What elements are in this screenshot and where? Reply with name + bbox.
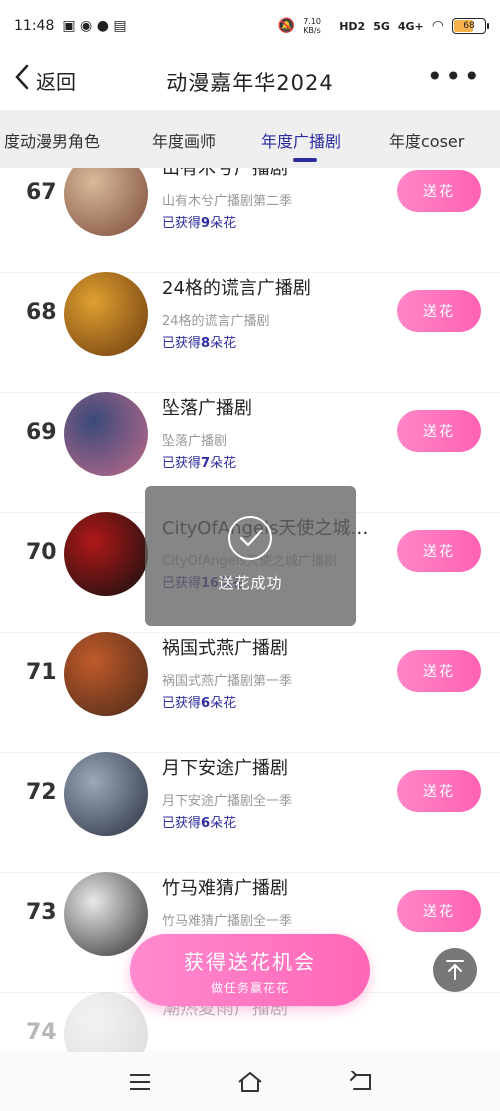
- net-speed: 7.10 KB/s: [303, 17, 321, 35]
- arrow-up-icon: [446, 960, 464, 980]
- list-item: 67 山有木兮广播剧山有木兮广播剧第二季 已获得9朵花 送花: [0, 168, 500, 273]
- signal-4g: 4G+: [397, 19, 424, 33]
- mute-icon: 🔕: [277, 18, 296, 34]
- cover-image[interactable]: [64, 392, 148, 476]
- flower-count: 已获得6朵花: [162, 696, 237, 711]
- status-right: 🔕 7.10 KB/s HD2 5G 4G+ ◠ 68: [277, 17, 489, 35]
- drama-subtitle: 坠落广播剧: [162, 434, 228, 449]
- drama-name: 坠落广播剧: [162, 398, 252, 419]
- send-flower-button[interactable]: 送花: [397, 410, 481, 452]
- check-circle-icon: [228, 516, 272, 560]
- drama-name: 月下安途广播剧: [162, 758, 288, 779]
- system-nav-bar: [0, 1052, 500, 1111]
- back-nav-icon[interactable]: [346, 1068, 376, 1096]
- clock: 11:48: [14, 18, 55, 34]
- rank-number: 69: [26, 420, 57, 445]
- flower-count: 已获得6朵花: [162, 816, 237, 831]
- drama-name: 祸国式燕广播剧: [162, 638, 288, 659]
- drama-name: 竹马难猜广播剧: [162, 878, 288, 899]
- drama-name: 山有木兮广播剧: [162, 168, 288, 179]
- cover-image[interactable]: [64, 632, 148, 716]
- category-tabs: 度动漫男角色 年度画师 年度广播剧 年度coser: [0, 110, 500, 168]
- list-item: 71 祸国式燕广播剧祸国式燕广播剧第一季 已获得6朵花 送花: [0, 632, 500, 753]
- rank-number: 68: [26, 300, 57, 325]
- hd-icon: HD2: [339, 19, 366, 33]
- send-flower-button[interactable]: 送花: [397, 530, 481, 572]
- cover-image[interactable]: [64, 752, 148, 836]
- success-toast: 送花成功: [145, 486, 356, 626]
- drama-subtitle: 祸国式燕广播剧第一季: [162, 674, 293, 689]
- cta-main-label: 获得送花机会: [184, 950, 316, 974]
- send-flower-button[interactable]: 送花: [397, 890, 481, 932]
- signal-5g: 5G: [373, 19, 390, 33]
- send-flower-button[interactable]: 送花: [397, 170, 481, 212]
- more-icon[interactable]: •••: [426, 60, 482, 93]
- home-icon[interactable]: [235, 1068, 265, 1096]
- rank-number: 73: [26, 900, 57, 925]
- rank-number: 72: [26, 780, 57, 805]
- send-flower-button[interactable]: 送花: [397, 770, 481, 812]
- rank-number: 67: [26, 180, 57, 205]
- menu-icon[interactable]: [125, 1068, 155, 1096]
- send-flower-button[interactable]: 送花: [397, 650, 481, 692]
- rank-number: 70: [26, 540, 57, 565]
- drama-subtitle: 山有木兮广播剧第二季: [162, 194, 293, 209]
- flower-count: 已获得7朵花: [162, 456, 237, 471]
- status-bar: 11:48 ▣ ◉ ● ▤ 🔕 7.10 KB/s HD2 5G 4G+ ◠ 6…: [0, 0, 500, 52]
- drama-name: 24格的谎言广播剧: [162, 278, 311, 299]
- drama-subtitle: 竹马难猜广播剧全一季: [162, 914, 293, 929]
- drama-subtitle: 24格的谎言广播剧: [162, 314, 270, 329]
- send-flower-button[interactable]: 送花: [397, 290, 481, 332]
- cover-image[interactable]: [64, 272, 148, 356]
- tab-active-indicator: [293, 158, 317, 162]
- rank-number: 71: [26, 660, 57, 685]
- cover-image[interactable]: [64, 872, 148, 956]
- cta-sub-label: 做任务赢花花: [210, 981, 289, 995]
- drama-subtitle: 月下安途广播剧全一季: [162, 794, 293, 809]
- list-item: 72 月下安途广播剧月下安途广播剧全一季 已获得6朵花 送花: [0, 752, 500, 873]
- flower-count: 已获得9朵花: [162, 216, 237, 231]
- cover-image[interactable]: [64, 992, 148, 1052]
- rank-number: 74: [26, 1020, 57, 1045]
- toast-text: 送花成功: [218, 574, 283, 592]
- tab-audio-drama[interactable]: 年度广播剧: [261, 128, 341, 152]
- notification-icons: ▣ ◉ ● ▤: [62, 18, 127, 34]
- tab-anime-male-character[interactable]: 度动漫男角色: [4, 128, 100, 152]
- battery-icon: 68: [452, 18, 489, 34]
- cover-image[interactable]: [64, 168, 148, 236]
- cover-image[interactable]: [64, 512, 148, 596]
- list-item: 68 24格的谎言广播剧 24格的谎言广播剧 已获得8朵花 送花: [0, 272, 500, 393]
- page-title: 动漫嘉年华2024: [166, 71, 334, 95]
- flower-count: 已获得8朵花: [162, 336, 237, 351]
- wifi-icon: ◠: [431, 18, 444, 34]
- get-flower-chance-button[interactable]: 获得送花机会 做任务赢花花: [130, 934, 370, 1006]
- tab-coser[interactable]: 年度coser: [389, 128, 464, 152]
- header: 返回 动漫嘉年华2024 •••: [0, 52, 500, 110]
- back-to-top-button[interactable]: [433, 948, 477, 992]
- tab-illustrator[interactable]: 年度画师: [152, 128, 216, 152]
- status-left: 11:48 ▣ ◉ ● ▤: [14, 18, 127, 34]
